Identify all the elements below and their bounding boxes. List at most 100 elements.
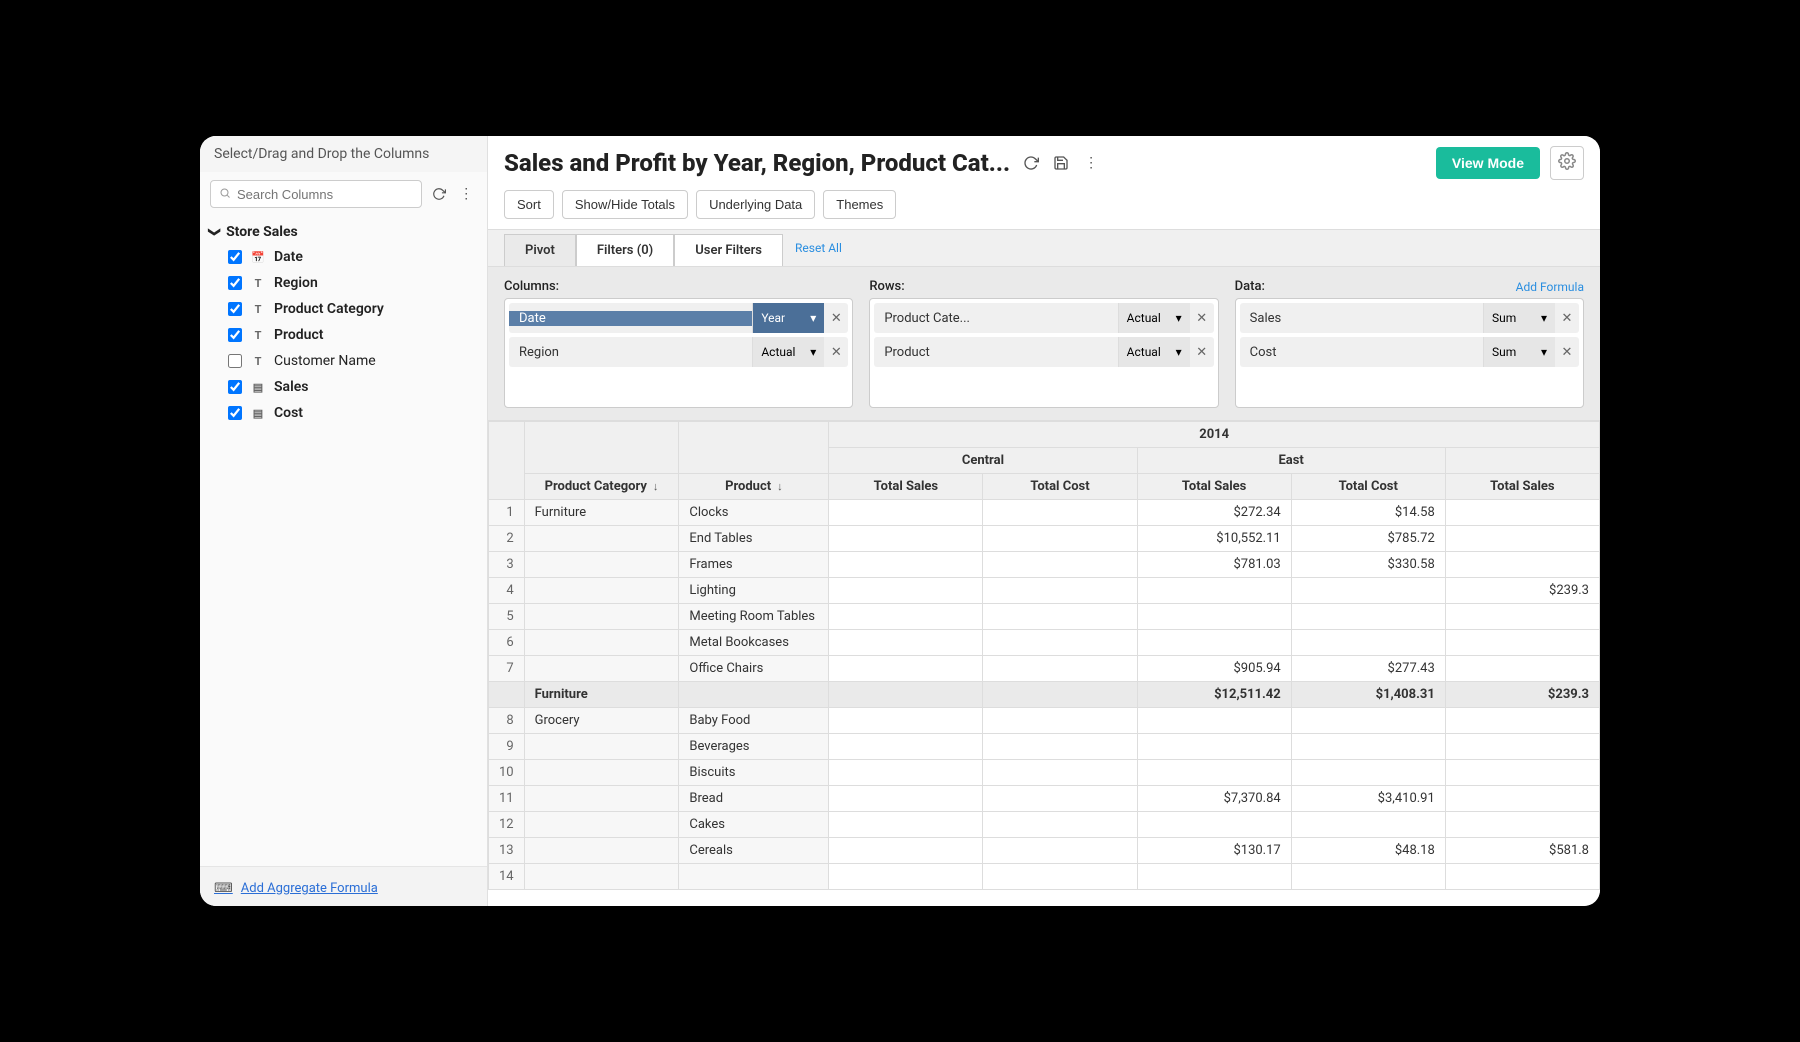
data-row[interactable]: 14 xyxy=(489,864,1600,890)
pill-agg-select[interactable]: Actual▾ xyxy=(752,337,824,367)
row-pill[interactable]: Product Cate...Actual▾✕ xyxy=(874,303,1213,333)
pill-remove[interactable]: ✕ xyxy=(1190,311,1214,326)
cell-value xyxy=(829,786,983,812)
data-row[interactable]: 13Cereals$130.17$48.18$581.8 xyxy=(489,838,1600,864)
more-icon[interactable]: ⋮ xyxy=(456,183,478,205)
type-icon: ▤ xyxy=(250,407,266,420)
cell-value xyxy=(1137,630,1291,656)
type-icon: T xyxy=(250,355,266,368)
col-total-sales-extra[interactable]: Total Sales xyxy=(1445,474,1599,500)
col-total-cost-central[interactable]: Total Cost xyxy=(983,474,1137,500)
refresh-icon[interactable] xyxy=(428,183,450,205)
data-pill[interactable]: SalesSum▾✕ xyxy=(1240,303,1579,333)
data-row[interactable]: 11Bread$7,370.84$3,410.91 xyxy=(489,786,1600,812)
cell-value xyxy=(983,578,1137,604)
column-item[interactable]: TProduct xyxy=(210,322,477,348)
column-item[interactable]: ▤Sales xyxy=(210,374,477,400)
tab-user-filters[interactable]: User Filters xyxy=(674,234,783,266)
column-checkbox[interactable] xyxy=(228,406,242,420)
column-checkbox[interactable] xyxy=(228,354,242,368)
pill-agg-select[interactable]: Actual▾ xyxy=(1118,337,1190,367)
save-icon[interactable] xyxy=(1050,152,1072,174)
data-row[interactable]: 6Metal Bookcases xyxy=(489,630,1600,656)
tab-filters[interactable]: Filters (0) xyxy=(576,234,674,266)
row-number: 5 xyxy=(489,604,525,630)
column-item[interactable]: 📅Date xyxy=(210,244,477,270)
pill-remove[interactable]: ✕ xyxy=(1190,345,1214,360)
column-pill[interactable]: RegionActual▾✕ xyxy=(509,337,848,367)
app-window: Select/Drag and Drop the Columns ⋮ ❯ Sto… xyxy=(200,136,1600,906)
search-row: ⋮ xyxy=(200,172,487,216)
showhide-totals-button[interactable]: Show/Hide Totals xyxy=(562,190,688,219)
data-row[interactable]: 4Lighting$239.3 xyxy=(489,578,1600,604)
data-row[interactable]: 5Meeting Room Tables xyxy=(489,604,1600,630)
row-pill[interactable]: ProductActual▾✕ xyxy=(874,337,1213,367)
data-pill[interactable]: CostSum▾✕ xyxy=(1240,337,1579,367)
column-pill[interactable]: DateYear▾✕ xyxy=(509,303,848,333)
data-row[interactable]: 8GroceryBaby Food xyxy=(489,708,1600,734)
pill-remove[interactable]: ✕ xyxy=(1555,311,1579,326)
more-options-icon[interactable]: ⋮ xyxy=(1080,152,1102,174)
data-row[interactable]: 7Office Chairs$905.94$277.43 xyxy=(489,656,1600,682)
search-input[interactable] xyxy=(237,187,413,202)
columns-dropzone[interactable]: DateYear▾✕ RegionActual▾✕ xyxy=(504,298,853,408)
refresh-report-icon[interactable] xyxy=(1020,152,1042,174)
cell-value xyxy=(829,630,983,656)
sort-button[interactable]: Sort xyxy=(504,190,554,219)
pill-remove[interactable]: ✕ xyxy=(824,311,848,326)
tab-pivot[interactable]: Pivot xyxy=(504,234,576,266)
data-row[interactable]: 1FurnitureClocks$272.34$14.58 xyxy=(489,500,1600,526)
data-row[interactable]: 10Biscuits xyxy=(489,760,1600,786)
formula-icon: ⌨︎ xyxy=(214,881,233,896)
region-header-1: East xyxy=(1137,448,1445,474)
cell-value xyxy=(1445,604,1599,630)
add-formula-link[interactable]: Add Formula xyxy=(1516,280,1584,294)
column-item[interactable]: TCustomer Name xyxy=(210,348,477,374)
view-mode-button[interactable]: View Mode xyxy=(1436,147,1540,179)
column-checkbox[interactable] xyxy=(228,380,242,394)
column-item[interactable]: TRegion xyxy=(210,270,477,296)
region-header-2 xyxy=(1445,448,1599,474)
col-total-sales-central[interactable]: Total Sales xyxy=(829,474,983,500)
pill-remove[interactable]: ✕ xyxy=(1555,345,1579,360)
col-product-category[interactable]: Product Category↓ xyxy=(524,474,679,500)
column-checkbox[interactable] xyxy=(228,250,242,264)
subtotal-row[interactable]: Furniture$12,511.42$1,408.31$239.3 xyxy=(489,682,1600,708)
reset-all-link[interactable]: Reset All xyxy=(795,241,842,255)
pill-agg-select[interactable]: Sum▾ xyxy=(1483,303,1555,333)
grid-wrap[interactable]: 2014 Central East Product Category↓ Prod… xyxy=(488,421,1600,906)
col-total-sales-east[interactable]: Total Sales xyxy=(1137,474,1291,500)
column-checkbox[interactable] xyxy=(228,276,242,290)
cell-value xyxy=(983,526,1137,552)
pill-agg-select[interactable]: Year▾ xyxy=(752,303,824,333)
pill-remove[interactable]: ✕ xyxy=(824,345,848,360)
column-checkbox[interactable] xyxy=(228,328,242,342)
row-number: 10 xyxy=(489,760,525,786)
pill-agg-select[interactable]: Sum▾ xyxy=(1483,337,1555,367)
pill-agg-select[interactable]: Actual▾ xyxy=(1118,303,1190,333)
cell-value: $581.8 xyxy=(1445,838,1599,864)
column-checkbox[interactable] xyxy=(228,302,242,316)
rows-dropzone[interactable]: Product Cate...Actual▾✕ ProductActual▾✕ xyxy=(869,298,1218,408)
col-product[interactable]: Product↓ xyxy=(679,474,829,500)
col-total-cost-east[interactable]: Total Cost xyxy=(1291,474,1445,500)
data-row[interactable]: 12Cakes xyxy=(489,812,1600,838)
column-item[interactable]: TProduct Category xyxy=(210,296,477,322)
themes-button[interactable]: Themes xyxy=(823,190,896,219)
data-row[interactable]: 2End Tables$10,552.11$785.72 xyxy=(489,526,1600,552)
search-box[interactable] xyxy=(210,180,422,208)
underlying-data-button[interactable]: Underlying Data xyxy=(696,190,815,219)
data-dropzone[interactable]: SalesSum▾✕ CostSum▾✕ xyxy=(1235,298,1584,408)
page-title: Sales and Profit by Year, Region, Produc… xyxy=(504,149,1010,177)
settings-button[interactable] xyxy=(1550,146,1584,180)
data-row[interactable]: 3Frames$781.03$330.58 xyxy=(489,552,1600,578)
add-aggregate-link[interactable]: ⌨︎ Add Aggregate Formula xyxy=(214,881,378,896)
pill-name: Region xyxy=(509,345,752,360)
data-row[interactable]: 9Beverages xyxy=(489,734,1600,760)
region-header-0: Central xyxy=(829,448,1137,474)
cell-category xyxy=(524,812,679,838)
tree-root[interactable]: ❯ Store Sales xyxy=(210,220,477,244)
cell-value xyxy=(829,812,983,838)
column-item[interactable]: ▤Cost xyxy=(210,400,477,426)
cell-value xyxy=(1445,708,1599,734)
